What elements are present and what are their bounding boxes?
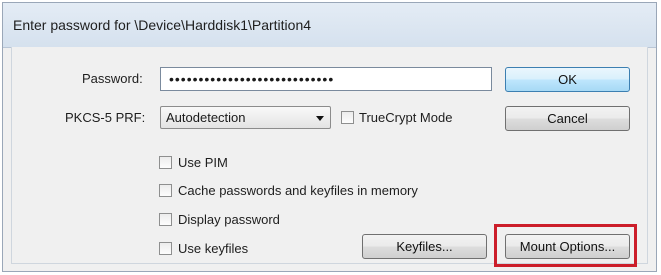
password-input[interactable]: •••••••••••••••••••••••••••• [160,67,492,91]
password-label: Password: [82,71,143,86]
ok-button[interactable]: OK [505,67,630,92]
password-dialog: Enter password for \Device\Harddisk1\Par… [2,2,657,272]
display-password-checkbox[interactable] [159,213,172,226]
use-pim-checkbox[interactable] [159,156,172,169]
dialog-title: Enter password for \Device\Harddisk1\Par… [13,17,312,33]
use-keyfiles-checkbox[interactable] [159,242,172,255]
cancel-button[interactable]: Cancel [505,106,630,131]
truecrypt-mode-checkbox[interactable] [341,111,354,124]
cache-passwords-label[interactable]: Cache passwords and keyfiles in memory [178,183,418,198]
keyfiles-button[interactable]: Keyfiles... [362,234,487,259]
prf-selected-value: Autodetection [166,110,246,125]
truecrypt-mode-label[interactable]: TrueCrypt Mode [359,110,452,125]
dialog-body: Password: •••••••••••••••••••••••••••• O… [11,47,648,267]
prf-select[interactable]: Autodetection [160,106,331,129]
cache-passwords-checkbox[interactable] [159,184,172,197]
chevron-down-icon [316,116,324,121]
prf-label: PKCS-5 PRF: [65,110,146,125]
display-password-label[interactable]: Display password [178,212,280,227]
use-keyfiles-label[interactable]: Use keyfiles [178,241,248,256]
title-bar[interactable]: Enter password for \Device\Harddisk1\Par… [3,3,656,48]
use-pim-label[interactable]: Use PIM [178,155,228,170]
mount-options-button[interactable]: Mount Options... [505,234,630,259]
